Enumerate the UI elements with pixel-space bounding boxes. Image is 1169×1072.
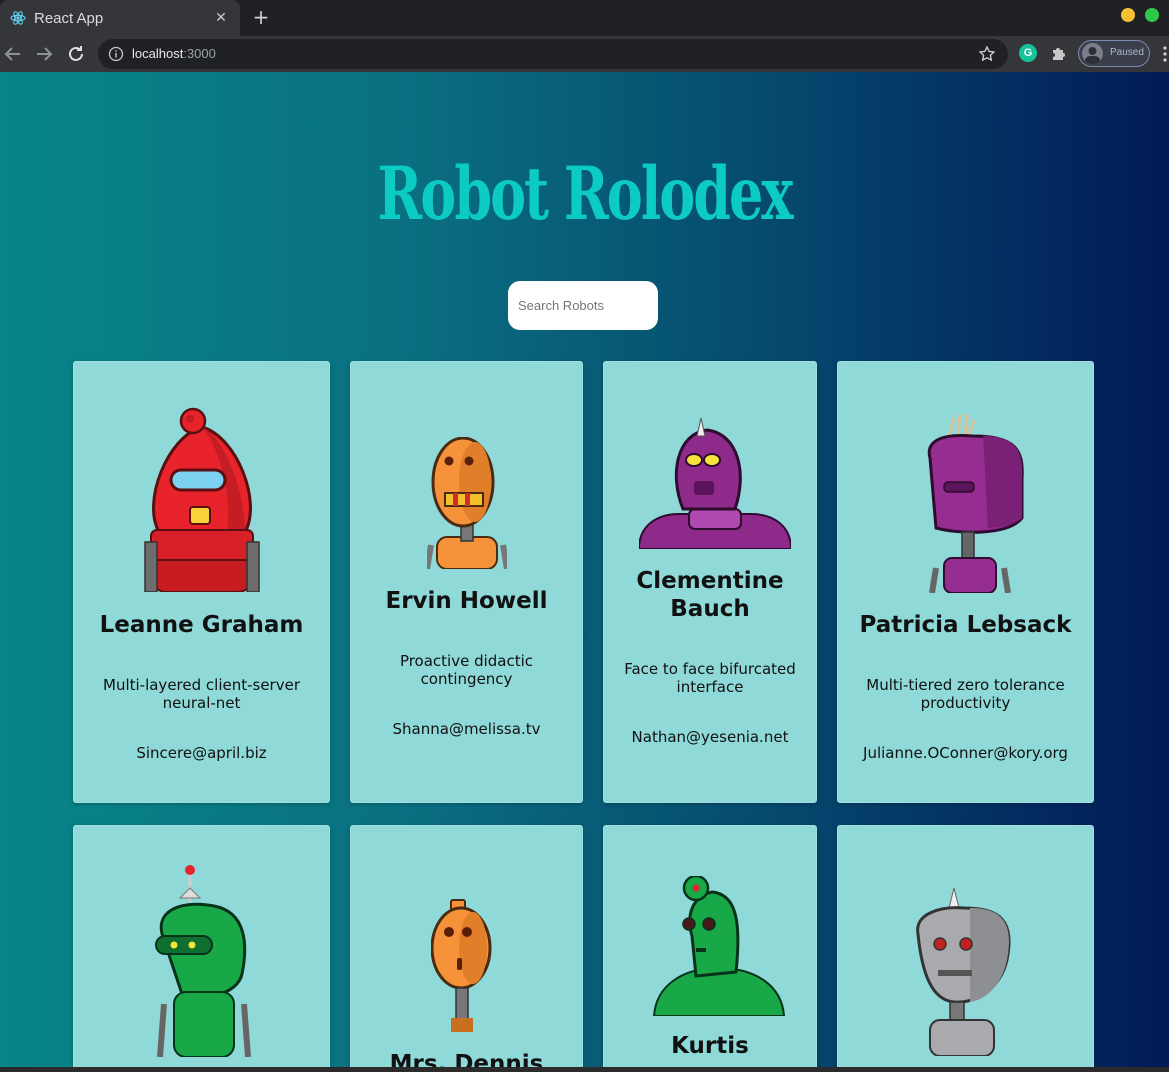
browser-tab[interactable]: React App ✕ bbox=[0, 0, 240, 36]
more-menu-icon[interactable] bbox=[1162, 45, 1168, 63]
grammarly-extension-icon[interactable]: G bbox=[1019, 44, 1037, 62]
robot-card[interactable]: Kurtis bbox=[603, 825, 817, 1067]
profile-button[interactable]: Paused bbox=[1078, 40, 1150, 67]
robot-name: Patricia Lebsack bbox=[859, 612, 1072, 638]
robot-avatar-image bbox=[431, 899, 492, 1032]
close-tab-icon[interactable]: ✕ bbox=[212, 9, 230, 27]
search-input[interactable] bbox=[508, 281, 658, 330]
robot-avatar-image bbox=[652, 876, 786, 1016]
window-bottom-edge bbox=[0, 1067, 1169, 1072]
robot-name: Clementine Bauch bbox=[636, 568, 784, 622]
robot-card[interactable]: Patricia Lebsack Multi-tiered zero toler… bbox=[837, 361, 1094, 803]
robot-card[interactable]: Ervin Howell Proactive didactic continge… bbox=[350, 361, 583, 803]
robot-avatar-image bbox=[155, 865, 251, 1057]
robot-email: Shanna@melissa.tv bbox=[392, 720, 541, 738]
robot-avatar-image bbox=[427, 437, 507, 569]
new-tab-button[interactable]: + bbox=[250, 6, 272, 28]
robot-catchphrase: Multi-tiered zero tolerance productivity bbox=[866, 676, 1065, 712]
bookmark-star-icon[interactable] bbox=[978, 45, 996, 63]
robot-catchphrase: Multi-layered client-server neural-net bbox=[103, 676, 300, 712]
back-arrow-icon[interactable] bbox=[1, 42, 25, 66]
url-host: localhost bbox=[132, 46, 184, 61]
url-port: :3000 bbox=[183, 46, 216, 61]
robot-card[interactable] bbox=[837, 825, 1094, 1067]
address-bar[interactable]: localhost:3000 bbox=[98, 39, 1008, 69]
robot-avatar-image bbox=[916, 887, 1011, 1056]
robot-name: Leanne Graham bbox=[99, 612, 304, 638]
robot-name: Ervin Howell bbox=[385, 588, 548, 614]
browser-toolbar: localhost:3000 G Paused bbox=[0, 36, 1169, 72]
extensions-puzzle-icon[interactable] bbox=[1050, 44, 1068, 62]
react-logo-icon bbox=[10, 11, 26, 25]
profile-status: Paused bbox=[1110, 47, 1144, 58]
robot-card[interactable]: Mrs. Dennis bbox=[350, 825, 583, 1067]
robot-name: Kurtis bbox=[671, 1033, 749, 1059]
site-info-icon[interactable] bbox=[108, 46, 124, 62]
robot-email: Sincere@april.biz bbox=[136, 744, 267, 762]
robot-card[interactable] bbox=[73, 825, 330, 1067]
robot-email: Nathan@yesenia.net bbox=[631, 728, 789, 746]
robot-avatar-image bbox=[144, 407, 260, 592]
robot-email: Julianne.OConner@kory.org bbox=[863, 744, 1068, 762]
reload-icon[interactable] bbox=[64, 42, 88, 66]
page-title: Robot Rolodex bbox=[377, 150, 793, 237]
robot-catchphrase: Proactive didactic contingency bbox=[399, 652, 534, 688]
maximize-window-button[interactable] bbox=[1145, 8, 1159, 22]
forward-arrow-icon[interactable] bbox=[32, 42, 56, 66]
robot-card[interactable]: Leanne Graham Multi-layered client-serve… bbox=[73, 361, 330, 803]
minimize-window-button[interactable] bbox=[1121, 8, 1135, 22]
robot-avatar-image bbox=[639, 417, 791, 549]
robot-name: Mrs. Dennis bbox=[389, 1051, 544, 1067]
avatar bbox=[1082, 43, 1103, 64]
browser-tab-strip: React App ✕ + bbox=[0, 0, 1169, 36]
tab-title: React App bbox=[34, 9, 104, 27]
url-text: localhost:3000 bbox=[132, 46, 216, 61]
robot-catchphrase: Face to face bifurcated interface bbox=[624, 660, 796, 696]
robot-card[interactable]: Clementine Bauch Face to face bifurcated… bbox=[603, 361, 817, 803]
robot-avatar-image bbox=[927, 413, 1024, 593]
app-page: Robot Rolodex Leanne Graham Multi-layere… bbox=[0, 72, 1169, 1067]
